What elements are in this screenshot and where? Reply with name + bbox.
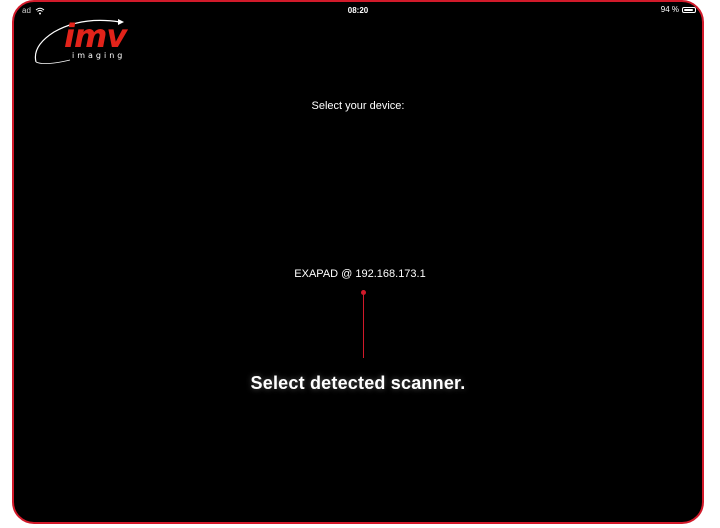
app-screen: ad 08:20 94 % imv imaging Select your de…: [12, 0, 704, 524]
callout-line: [363, 294, 364, 358]
select-device-prompt: Select your device:: [311, 100, 405, 112]
battery-fill: [684, 8, 694, 11]
status-right: 94 %: [661, 5, 696, 14]
status-time: 08:20: [347, 6, 369, 15]
device-list-item[interactable]: EXAPAD @ 192.168.173.1: [294, 268, 426, 280]
battery-icon: [682, 6, 696, 13]
logo-sub: imaging: [72, 51, 126, 60]
callout-annotation: Select detected scanner.: [250, 373, 466, 393]
battery-percent: 94 %: [660, 5, 679, 14]
imv-logo: imv imaging: [30, 16, 127, 68]
logo-brand: imv: [64, 17, 127, 55]
